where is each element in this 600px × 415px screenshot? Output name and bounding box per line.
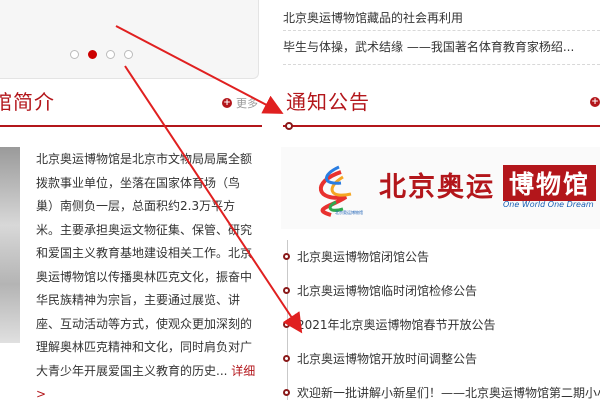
bullet-icon (283, 287, 290, 294)
plus-icon: + (222, 98, 232, 108)
logo-main-text: 北京奥运 (379, 172, 495, 203)
notice-list: 北京奥运博物馆闭馆公告 北京奥运博物馆临时闭馆检修公告 2021年北京奥运博物馆… (283, 245, 600, 415)
carousel-dot-1[interactable] (70, 50, 79, 59)
ring-icon (285, 122, 293, 130)
bullet-icon (283, 321, 290, 328)
more-label: 更多 (236, 97, 258, 110)
section-divider (283, 125, 600, 127)
list-item[interactable]: 欢迎新一批讲解小新星们！——北京奥运博物馆第二期小小讲解员培训 (283, 381, 600, 415)
logo-slogan: One World One Dream (503, 200, 594, 209)
carousel-dots (70, 50, 133, 59)
intro-body: 北京奥运博物馆是北京市文物局局属全额拨款事业单位，坐落在国家体育场（鸟巢）南侧负… (36, 152, 253, 378)
museum-logo: 北京奥运 博物馆 One World One Dream 北京奥运博物馆 (281, 147, 600, 229)
news-link[interactable]: 毕生与体操，武术结缘 ——我国著名体育教育家杨绍... (283, 31, 600, 65)
logo-caption: 北京奥运博物馆 (335, 210, 363, 215)
more-link[interactable]: + 更多 (222, 95, 258, 111)
bullet-icon (283, 253, 290, 260)
carousel-dot-3[interactable] (106, 50, 115, 59)
section-divider (0, 125, 262, 127)
intro-text: 北京奥运博物馆是北京市文物局局属全额拨款事业单位，坐落在国家体育场（鸟巢）南侧负… (36, 148, 256, 407)
list-item[interactable]: 2021年北京奥运博物馆春节开放公告 (283, 313, 600, 347)
top-news-list: 北京奥运博物馆藏品的社会再利用 毕生与体操，武术结缘 ——我国著名体育教育家杨绍… (283, 0, 600, 65)
bullet-icon (283, 389, 290, 396)
carousel-dot-4[interactable] (124, 50, 133, 59)
list-item[interactable]: 北京奥运博物馆开放时间调整公告 (283, 347, 600, 381)
intro-section-title: 馆简介 (0, 90, 55, 114)
notice-title: 北京奥运博物馆临时闭馆检修公告 (297, 284, 478, 298)
list-item[interactable]: 北京奥运博物馆闭馆公告 (283, 245, 600, 279)
news-link[interactable]: 北京奥运博物馆藏品的社会再利用 (283, 0, 600, 31)
logo-boxed-text: 博物馆 (503, 165, 597, 201)
notice-section-title: 通知公告 (286, 90, 370, 114)
notice-title: 欢迎新一批讲解小新星们！——北京奥运博物馆第二期小小讲解员培训 (297, 386, 600, 400)
carousel-dot-2[interactable] (88, 50, 97, 59)
notice-title: 2021年北京奥运博物馆春节开放公告 (297, 318, 496, 332)
carousel-frame (0, 0, 259, 79)
museum-photo (0, 147, 20, 343)
plus-icon[interactable]: + (590, 97, 600, 107)
list-item[interactable]: 北京奥运博物馆临时闭馆检修公告 (283, 279, 600, 313)
notice-title: 北京奥运博物馆闭馆公告 (297, 250, 430, 264)
bullet-icon (283, 355, 290, 362)
notice-title: 北京奥运博物馆开放时间调整公告 (297, 352, 478, 366)
